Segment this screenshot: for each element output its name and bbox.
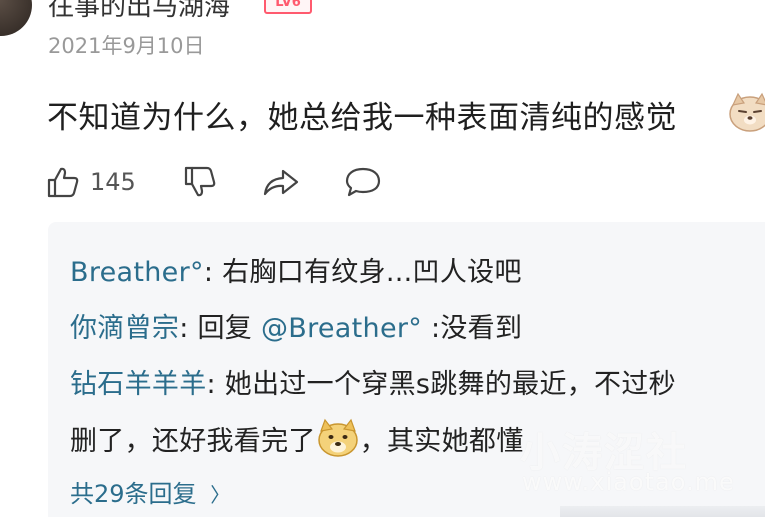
reply-separator: : [206,369,225,400]
share-button[interactable] [262,160,300,204]
like-button[interactable]: 145 [46,160,136,204]
reply-text: 她出过一个穿黑s跳舞的最近，不过秒 [224,369,676,400]
reply-item-continued: 删了，还好我看完了 ，其实她都懂 [70,418,524,458]
thumbs-down-icon [184,166,216,197]
comment-icon [345,167,381,197]
level-badge: LV6 [264,0,312,14]
reply-text: ，其实她都懂 [359,426,524,457]
reply-username[interactable]: Breather° [70,257,204,288]
chevron-right-icon: 〉 [210,483,231,507]
reply-item[interactable]: 你滴曾宗: 回复 @Breather° :没看到 [70,306,522,345]
share-icon [263,169,299,196]
bottom-fade [560,506,765,517]
comment-date: 2021年9月10日 [48,34,205,58]
reply-mention[interactable]: @Breather° [261,313,422,344]
reply-text: :没看到 [422,313,523,344]
reply-text: 右胸口有纹身...凹人设吧 [222,257,522,288]
reply-separator: : [203,257,223,288]
reply-text: 删了，还好我看完了 [70,426,316,457]
comment-actions: 145 [0,160,765,204]
dislike-button[interactable] [183,160,217,204]
reply-item[interactable]: Breather°: 右胸口有纹身...凹人设吧 [70,250,522,289]
dog-emoji [729,92,765,132]
comment-username[interactable]: 往事的出马湖海 [48,0,230,23]
reply-username[interactable]: 钻石羊羊羊 [70,369,207,400]
reply-button[interactable] [344,160,382,204]
thumbs-up-icon [47,167,79,198]
reply-separator: : [179,313,198,344]
avatar[interactable] [0,0,32,36]
doge-emoji [317,418,358,457]
comment-text: 不知道为什么，她总给我一种表面清纯的感觉 [47,100,677,136]
reply-username[interactable]: 你滴曾宗 [70,313,179,344]
like-count: 145 [90,168,136,196]
watermark-url: www.xiaotao.me [522,468,735,496]
reply-prefix: 回复 [197,313,261,344]
comment-screen: 往事的出马湖海 LV6 2021年9月10日 不知道为什么，她总给我一种表面清纯… [0,0,765,517]
more-replies-label: 共29条回复 [70,480,197,508]
reply-item[interactable]: 钻石羊羊羊: 她出过一个穿黑s跳舞的最近，不过秒 [70,362,676,401]
view-more-replies-link[interactable]: 共29条回复 〉 [70,474,230,509]
